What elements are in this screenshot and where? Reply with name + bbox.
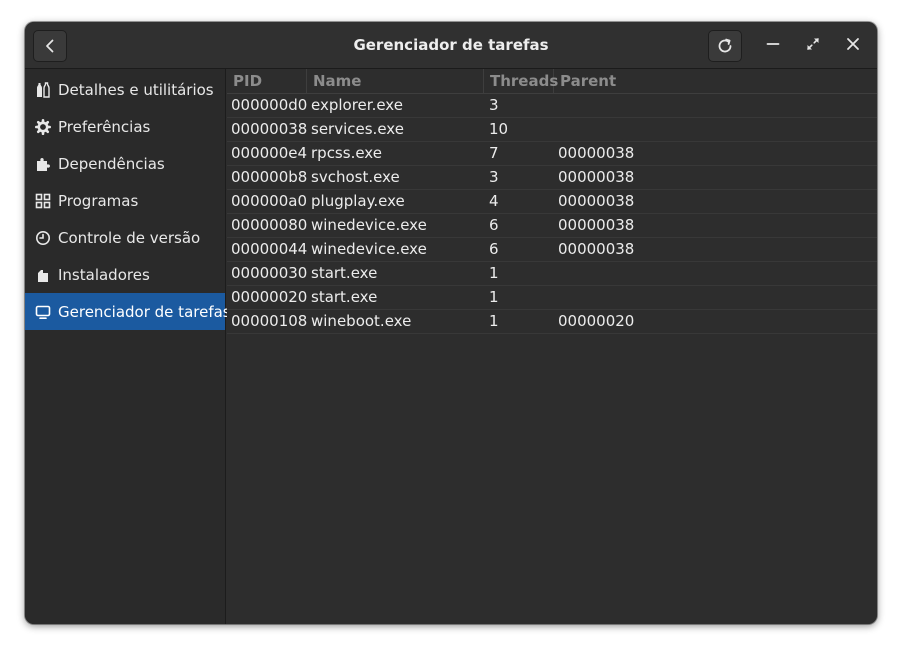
minimize-button[interactable] bbox=[761, 33, 785, 57]
maximize-button[interactable] bbox=[801, 33, 825, 57]
gear-icon bbox=[35, 118, 51, 135]
sidebar: Detalhes e utilitários Preferências Depe… bbox=[25, 69, 231, 624]
puzzle-icon bbox=[35, 156, 51, 172]
table-row[interactable]: 00000030 start.exe 1 bbox=[227, 262, 877, 286]
cell-name: wineboot.exe bbox=[311, 312, 412, 330]
sidebar-item-programs[interactable]: Programas bbox=[25, 182, 225, 219]
cell-parent: 00000020 bbox=[558, 312, 635, 330]
refresh-button[interactable] bbox=[708, 30, 742, 62]
cell-name: start.exe bbox=[311, 264, 378, 282]
cell-pid: 00000038 bbox=[231, 120, 308, 138]
cell-threads: 6 bbox=[489, 240, 499, 258]
minimize-icon bbox=[766, 36, 780, 55]
sidebar-item-details[interactable]: Detalhes e utilitários bbox=[25, 71, 225, 108]
cell-pid: 00000108 bbox=[231, 312, 308, 330]
cell-parent: 00000038 bbox=[558, 168, 635, 186]
table-row[interactable]: 000000d0 explorer.exe 3 bbox=[227, 94, 877, 118]
cell-parent: 00000038 bbox=[558, 144, 635, 162]
history-icon bbox=[35, 230, 51, 246]
sidebar-item-installers[interactable]: Instaladores bbox=[25, 256, 225, 293]
refresh-icon bbox=[716, 37, 734, 55]
table-header: PID Name Threads Parent bbox=[227, 69, 877, 94]
sidebar-item-preferences[interactable]: Preferências bbox=[25, 108, 225, 145]
chevron-left-icon bbox=[42, 38, 58, 54]
cell-name: plugplay.exe bbox=[311, 192, 405, 210]
cell-threads: 3 bbox=[489, 96, 499, 114]
sidebar-item-label: Controle de versão bbox=[58, 228, 201, 247]
column-header-pid[interactable]: PID bbox=[227, 69, 307, 93]
cell-name: explorer.exe bbox=[311, 96, 403, 114]
cell-threads: 1 bbox=[489, 312, 499, 330]
column-header-threads[interactable]: Threads bbox=[484, 69, 558, 93]
cell-pid: 000000b8 bbox=[231, 168, 308, 186]
cell-threads: 1 bbox=[489, 288, 499, 306]
cell-threads: 6 bbox=[489, 216, 499, 234]
table-row[interactable]: 000000e4 rpcss.exe 7 00000038 bbox=[227, 142, 877, 166]
sidebar-item-label: Detalhes e utilitários bbox=[58, 80, 214, 99]
table-row[interactable]: 00000038 services.exe 10 bbox=[227, 118, 877, 142]
cell-threads: 3 bbox=[489, 168, 499, 186]
cell-threads: 7 bbox=[489, 144, 499, 162]
bottles-icon bbox=[35, 81, 51, 98]
cell-pid: 000000e4 bbox=[231, 144, 308, 162]
monitor-icon bbox=[35, 304, 51, 320]
header-bar: Gerenciador de tarefas bbox=[25, 22, 877, 69]
cell-parent: 00000038 bbox=[558, 240, 635, 258]
table-row[interactable]: 000000a0 plugplay.exe 4 00000038 bbox=[227, 190, 877, 214]
cell-parent: 00000038 bbox=[558, 192, 635, 210]
cell-name: winedevice.exe bbox=[311, 240, 427, 258]
sidebar-item-task-manager[interactable]: Gerenciador de tarefas bbox=[25, 293, 231, 330]
table-row[interactable]: 00000044 winedevice.exe 6 00000038 bbox=[227, 238, 877, 262]
cell-pid: 00000030 bbox=[231, 264, 308, 282]
sidebar-item-label: Preferências bbox=[58, 117, 151, 136]
close-button[interactable] bbox=[841, 33, 865, 57]
sidebar-item-label: Instaladores bbox=[58, 265, 150, 284]
package-icon bbox=[35, 267, 51, 283]
cell-name: start.exe bbox=[311, 288, 378, 306]
app-window: Gerenciador de tarefas Detalhes e utilit… bbox=[25, 22, 877, 624]
cell-pid: 00000080 bbox=[231, 216, 308, 234]
cell-threads: 10 bbox=[489, 120, 509, 138]
cell-name: rpcss.exe bbox=[311, 144, 382, 162]
sidebar-item-dependencies[interactable]: Dependências bbox=[25, 145, 225, 182]
cell-threads: 4 bbox=[489, 192, 499, 210]
sidebar-item-label: Dependências bbox=[58, 154, 165, 173]
cell-pid: 000000a0 bbox=[231, 192, 307, 210]
cell-pid: 00000020 bbox=[231, 288, 308, 306]
cell-pid: 00000044 bbox=[231, 240, 308, 258]
back-button[interactable] bbox=[33, 30, 67, 62]
process-table: PID Name Threads Parent 000000d0 explorer… bbox=[227, 69, 877, 624]
table-row[interactable]: 000000b8 svchost.exe 3 00000038 bbox=[227, 166, 877, 190]
table-row[interactable]: 00000020 start.exe 1 bbox=[227, 286, 877, 310]
column-header-name[interactable]: Name bbox=[307, 69, 484, 93]
sidebar-item-label: Programas bbox=[58, 191, 139, 210]
cell-name: svchost.exe bbox=[311, 168, 400, 186]
sidebar-item-label: Gerenciador de tarefas bbox=[58, 302, 231, 321]
window-title: Gerenciador de tarefas bbox=[353, 36, 549, 54]
sidebar-item-version-control[interactable]: Controle de versão bbox=[25, 219, 225, 256]
close-icon bbox=[846, 36, 860, 55]
apps-grid-icon bbox=[35, 193, 51, 209]
cell-threads: 1 bbox=[489, 264, 499, 282]
cell-name: winedevice.exe bbox=[311, 216, 427, 234]
cell-pid: 000000d0 bbox=[231, 96, 308, 114]
cell-parent: 00000038 bbox=[558, 216, 635, 234]
cell-name: services.exe bbox=[311, 120, 404, 138]
table-row[interactable]: 00000108 wineboot.exe 1 00000020 bbox=[227, 310, 877, 334]
column-header-parent[interactable]: Parent bbox=[554, 69, 877, 93]
maximize-icon bbox=[806, 36, 820, 55]
table-row[interactable]: 00000080 winedevice.exe 6 00000038 bbox=[227, 214, 877, 238]
